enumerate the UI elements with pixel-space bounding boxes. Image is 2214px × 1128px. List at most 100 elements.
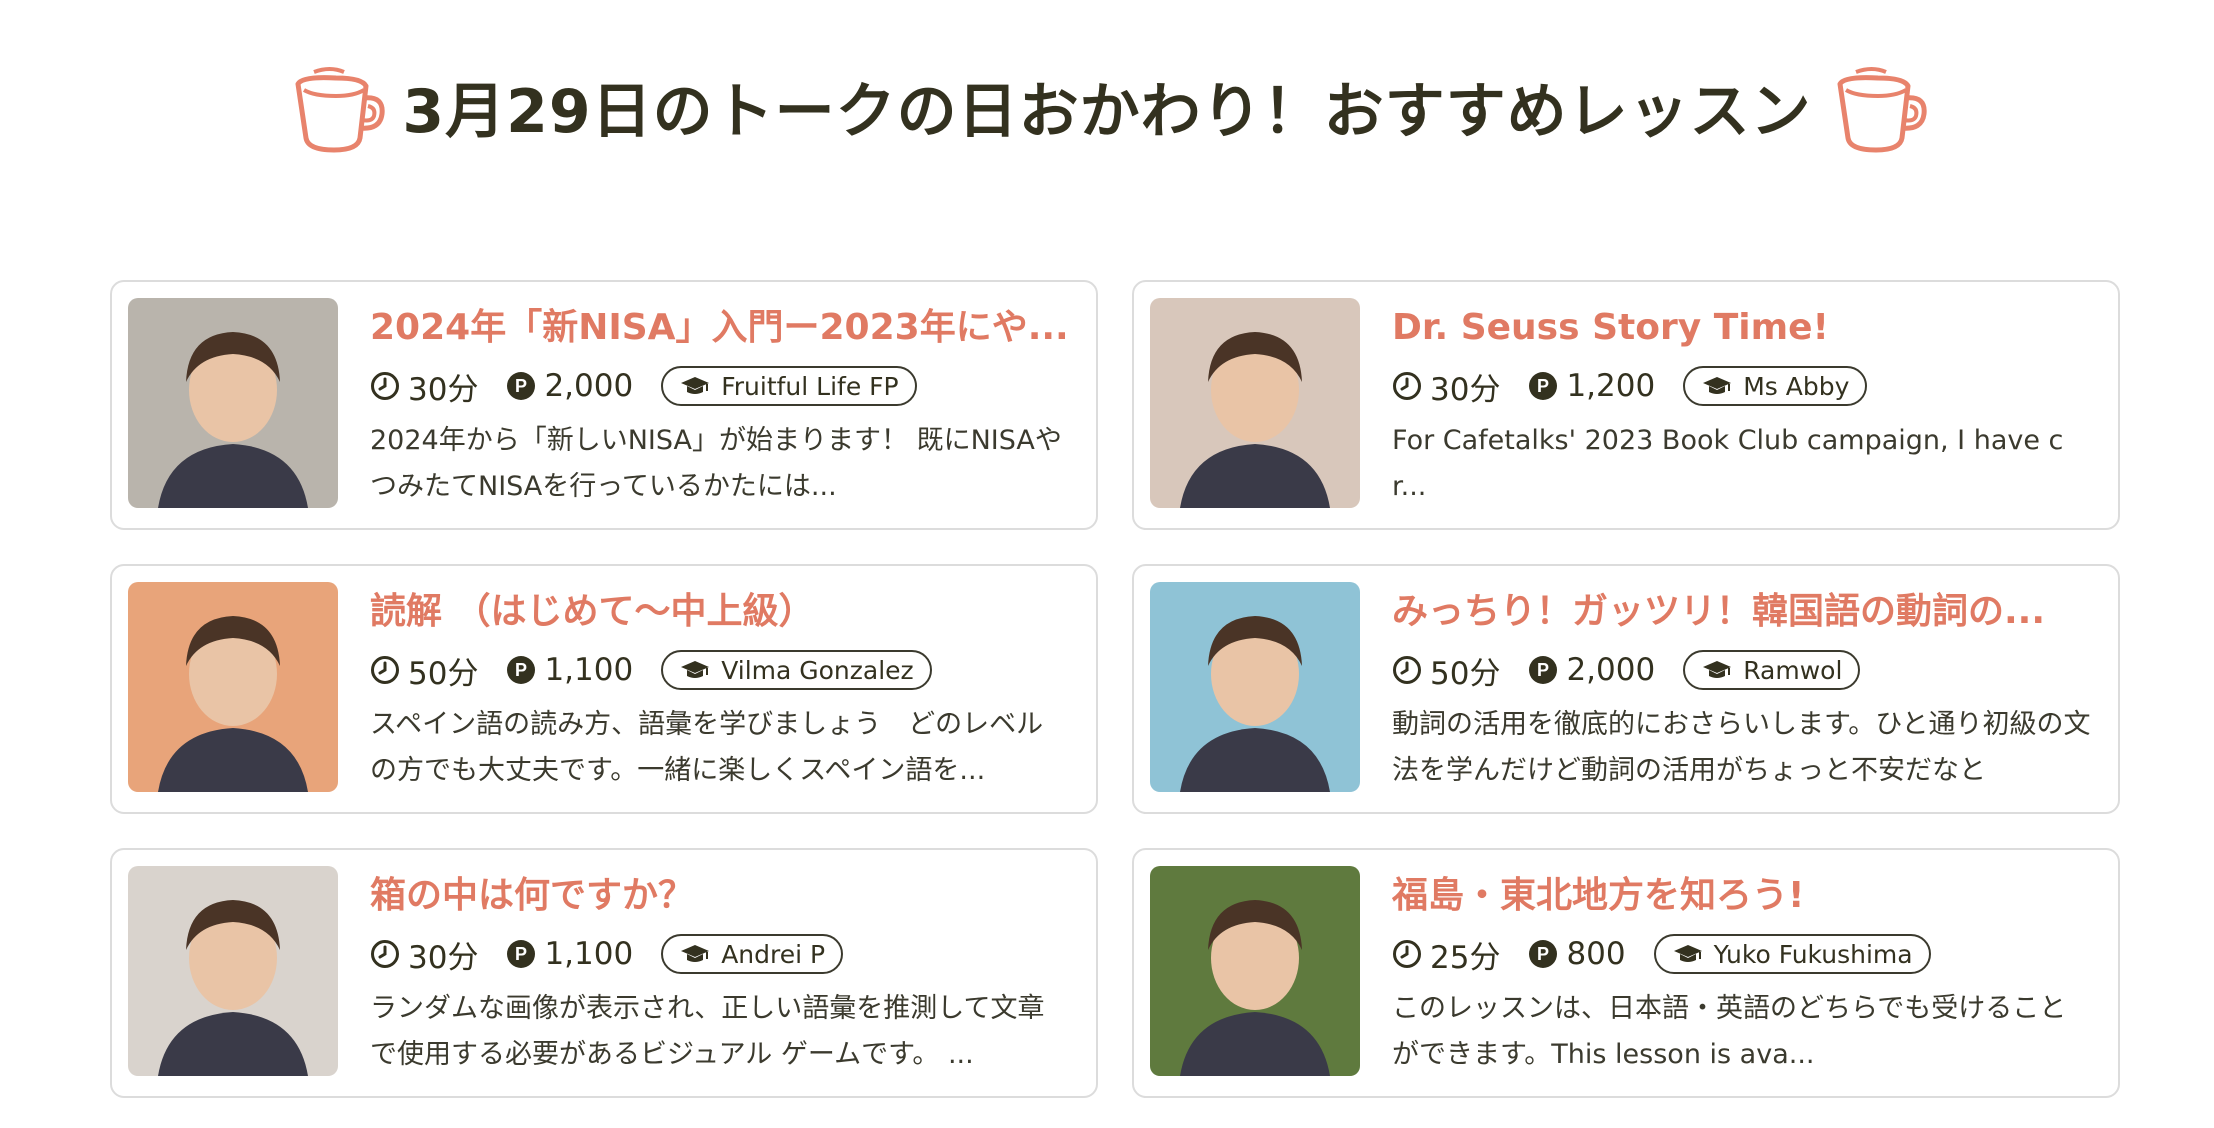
lesson-description: ランダムな画像が表示され、正しい語彙を推測して文章で使用する必要があるビジュアル… bbox=[370, 993, 1045, 1070]
lesson-duration: 30分 bbox=[370, 932, 478, 977]
lesson-duration: 30分 bbox=[1392, 364, 1500, 409]
tutor-photo[interactable] bbox=[128, 866, 338, 1076]
tutor-name: Ms Abby bbox=[1743, 371, 1850, 401]
price-value: 1,200 bbox=[1566, 368, 1656, 404]
points-icon: P bbox=[1529, 656, 1558, 684]
lesson-info: 福島・東北地方を知ろう! 25分 P 800 Yuko Fukushima この… bbox=[1392, 866, 2092, 1078]
points-icon: P bbox=[507, 656, 536, 684]
lesson-title[interactable]: 箱の中は何ですか？ bbox=[370, 872, 1070, 920]
lesson-card[interactable]: 2024年「新NISA」入門ー2023年にや... 30分 P 2,000 Fr… bbox=[110, 280, 1098, 530]
tutor-badge[interactable]: Andrei P bbox=[661, 934, 844, 974]
clock-icon bbox=[1393, 940, 1421, 968]
lesson-price: P 2,000 bbox=[1528, 652, 1655, 688]
lesson-title[interactable]: 福島・東北地方を知ろう! bbox=[1392, 872, 2092, 920]
lesson-meta: 25分 P 800 Yuko Fukushima bbox=[1392, 932, 2092, 976]
points-icon: P bbox=[507, 372, 536, 400]
tutor-photo-image bbox=[128, 582, 338, 792]
coffee-cup-icon bbox=[1837, 67, 1927, 153]
coffee-cup-icon bbox=[295, 67, 386, 153]
duration-value: 30分 bbox=[1430, 371, 1501, 408]
svg-text:P: P bbox=[1537, 376, 1549, 396]
lesson-info: みっちり！ガッツリ！韓国語の動詞の... 50分 P 2,000 Ramwol … bbox=[1392, 582, 2092, 794]
points-icon: P bbox=[1529, 372, 1558, 400]
duration-value: 50分 bbox=[1430, 655, 1501, 692]
tutor-photo[interactable] bbox=[1150, 866, 1360, 1076]
lesson-grid: 2024年「新NISA」入門ー2023年にや... 30分 P 2,000 Fr… bbox=[110, 280, 2120, 1098]
tutor-name: Fruitful Life FP bbox=[721, 371, 899, 401]
tutor-badge[interactable]: Yuko Fukushima bbox=[1653, 934, 1931, 974]
graduation-cap-icon bbox=[681, 945, 710, 962]
tutor-photo-image bbox=[128, 298, 338, 508]
lesson-card[interactable]: 福島・東北地方を知ろう! 25分 P 800 Yuko Fukushima この… bbox=[1132, 848, 2120, 1098]
tutor-photo[interactable] bbox=[128, 298, 338, 508]
svg-text:P: P bbox=[515, 944, 527, 964]
svg-text:P: P bbox=[515, 376, 527, 396]
points-icon: P bbox=[1529, 940, 1558, 968]
lesson-title[interactable]: みっちり！ガッツリ！韓国語の動詞の... bbox=[1392, 588, 2092, 636]
points-icon: P bbox=[507, 940, 536, 968]
lesson-price: P 800 bbox=[1528, 936, 1626, 972]
lesson-card[interactable]: 読解 （はじめて〜中上級） 50分 P 1,100 Vilma Gonzalez… bbox=[110, 564, 1098, 814]
graduation-cap-icon bbox=[1673, 945, 1702, 962]
clock-icon bbox=[1393, 372, 1421, 400]
price-value: 1,100 bbox=[544, 936, 634, 972]
lesson-meta: 30分 P 1,100 Andrei P bbox=[370, 932, 1070, 976]
lesson-card[interactable]: 箱の中は何ですか？ 30分 P 1,100 Andrei P ランダムな画像が表… bbox=[110, 848, 1098, 1098]
lesson-title[interactable]: 読解 （はじめて〜中上級） bbox=[370, 588, 1070, 636]
lesson-duration: 25分 bbox=[1392, 932, 1500, 977]
page-title: 3月29日のトークの日おかわり！おすすめレッスン bbox=[402, 76, 1812, 147]
lesson-info: Dr. Seuss Story Time! 30分 P 1,200 Ms Abb… bbox=[1392, 298, 2092, 510]
tutor-badge[interactable]: Ramwol bbox=[1683, 650, 1861, 690]
lesson-meta: 50分 P 1,100 Vilma Gonzalez bbox=[370, 648, 1070, 692]
lesson-description: For Cafetalks' 2023 Book Club campaign, … bbox=[1392, 425, 2064, 502]
tutor-photo[interactable] bbox=[1150, 582, 1360, 792]
graduation-cap-icon bbox=[681, 661, 710, 678]
lesson-title[interactable]: Dr. Seuss Story Time! bbox=[1392, 304, 2092, 352]
duration-value: 25分 bbox=[1430, 939, 1501, 976]
price-value: 2,000 bbox=[1566, 652, 1656, 688]
tutor-photo[interactable] bbox=[1150, 298, 1360, 508]
tutor-badge[interactable]: Vilma Gonzalez bbox=[661, 650, 932, 690]
lesson-duration: 50分 bbox=[370, 648, 478, 693]
clock-icon bbox=[1393, 656, 1421, 684]
price-value: 800 bbox=[1566, 936, 1626, 972]
lesson-price: P 1,100 bbox=[506, 652, 633, 688]
graduation-cap-icon bbox=[1703, 377, 1732, 394]
tutor-photo[interactable] bbox=[128, 582, 338, 792]
tutor-name: Yuko Fukushima bbox=[1713, 939, 1913, 969]
tutor-badge[interactable]: Fruitful Life FP bbox=[661, 366, 917, 406]
lesson-description: スペイン語の読み方、語彙を学びましょう どのレベルの方でも大丈夫です。一緒に楽し… bbox=[370, 709, 1044, 786]
clock-icon bbox=[371, 372, 399, 400]
lesson-description: このレッスンは、日本語・英語のどちらでも受けることができます。This less… bbox=[1392, 993, 2067, 1070]
lesson-duration: 30分 bbox=[370, 364, 478, 409]
clock-icon bbox=[371, 656, 399, 684]
svg-text:P: P bbox=[515, 660, 527, 680]
lesson-meta: 30分 P 2,000 Fruitful Life FP bbox=[370, 364, 1070, 408]
graduation-cap-icon bbox=[681, 377, 710, 394]
lesson-info: 箱の中は何ですか？ 30分 P 1,100 Andrei P ランダムな画像が表… bbox=[370, 866, 1070, 1078]
lesson-card[interactable]: Dr. Seuss Story Time! 30分 P 1,200 Ms Abb… bbox=[1132, 280, 2120, 530]
lesson-price: P 2,000 bbox=[506, 368, 633, 404]
lesson-description: 2024年から「新しいNISA」が始まります！ 既にNISAやつみたてNISAを… bbox=[370, 425, 1062, 502]
clock-icon bbox=[371, 940, 399, 968]
tutor-name: Andrei P bbox=[721, 939, 826, 969]
tutor-photo-image bbox=[1150, 582, 1360, 792]
lesson-card[interactable]: みっちり！ガッツリ！韓国語の動詞の... 50分 P 2,000 Ramwol … bbox=[1132, 564, 2120, 814]
lesson-price: P 1,100 bbox=[506, 936, 633, 972]
tutor-badge[interactable]: Ms Abby bbox=[1683, 366, 1868, 406]
tutor-name: Vilma Gonzalez bbox=[721, 655, 914, 685]
page-header: 3月29日のトークの日おかわり！おすすめレッスン bbox=[0, 56, 2214, 156]
price-value: 2,000 bbox=[544, 368, 634, 404]
tutor-name: Ramwol bbox=[1743, 655, 1843, 685]
lesson-meta: 50分 P 2,000 Ramwol bbox=[1392, 648, 2092, 692]
lesson-description: 動詞の活用を徹底的におさらいします。ひと通り初級の文法を学んだけど動詞の活用がち… bbox=[1392, 709, 2091, 786]
recommended-lessons-page: 3月29日のトークの日おかわり！おすすめレッスン 2024年「新NISA」入門ー… bbox=[0, 0, 2214, 1128]
duration-value: 30分 bbox=[408, 939, 479, 976]
tutor-photo-image bbox=[1150, 866, 1360, 1076]
price-value: 1,100 bbox=[544, 652, 634, 688]
tutor-photo-image bbox=[1150, 298, 1360, 508]
tutor-photo-image bbox=[128, 866, 338, 1076]
duration-value: 30分 bbox=[408, 371, 479, 408]
duration-value: 50分 bbox=[408, 655, 479, 692]
lesson-title[interactable]: 2024年「新NISA」入門ー2023年にや... bbox=[370, 304, 1070, 352]
